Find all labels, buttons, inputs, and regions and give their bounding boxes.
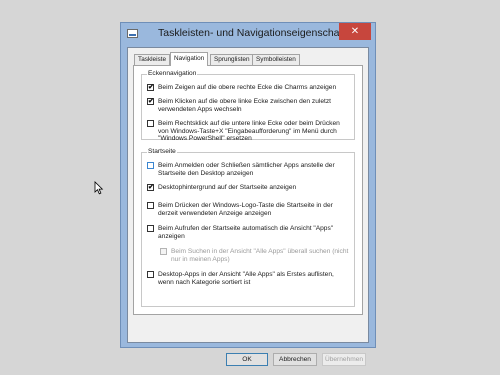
checkbox[interactable] [147, 162, 154, 169]
group-start-page: Startseite Beim Anmelden oder Schließen … [141, 148, 355, 307]
option-label: Beim Zeigen auf die obere rechte Ecke di… [158, 84, 337, 91]
option-apps-view[interactable]: Beim Aufrufen der Startseite automatisch… [147, 225, 349, 242]
option-label: Beim Suchen in der Ansicht "Alle Apps" ü… [171, 248, 349, 263]
dialog-client-area: Taskleiste Navigation Sprunglisten Symbo… [127, 47, 369, 366]
option-desktop-background[interactable]: ✔ Desktophintergrund auf der Startseite … [147, 184, 349, 193]
option-label: Beim Rechtsklick auf die untere linke Ec… [158, 120, 340, 143]
checkbox[interactable] [147, 225, 154, 232]
tab-navigation[interactable]: Navigation [170, 52, 209, 66]
option-label: Beim Aufrufen der Startseite automatisch… [158, 225, 334, 240]
ok-button[interactable]: OK [226, 353, 268, 366]
mouse-cursor-icon [94, 181, 104, 195]
tab-taskleiste[interactable]: Taskleiste [134, 54, 171, 65]
close-button[interactable]: ✕ [339, 23, 371, 40]
option-label: Beim Klicken auf die obere linke Ecke zw… [158, 98, 331, 113]
checkbox[interactable] [147, 120, 154, 127]
option-label: Beim Anmelden oder Schließen sämtlicher … [158, 162, 335, 177]
checkbox[interactable] [147, 202, 154, 209]
group-title: Startseite [147, 148, 177, 155]
option-powershell[interactable]: Beim Rechtsklick auf die untere linke Ec… [147, 120, 349, 144]
option-label: Beim Drücken der Windows-Logo-Taste die … [158, 202, 333, 217]
checkbox[interactable] [147, 271, 154, 278]
group-corner-navigation: Eckennavigation ✔ Beim Zeigen auf die ob… [141, 70, 355, 142]
tab-symbolleisten[interactable]: Symbolleisten [252, 54, 300, 65]
apply-button[interactable]: Übernehmen [322, 353, 366, 366]
option-desktop-apps-first[interactable]: Desktop-Apps in der Ansicht "Alle Apps" … [147, 271, 349, 288]
checkbox[interactable]: ✔ [147, 84, 154, 91]
option-search-everywhere: Beim Suchen in der Ansicht "Alle Apps" ü… [160, 248, 350, 265]
cancel-button[interactable]: Abbrechen [273, 353, 317, 366]
checkbox [160, 248, 167, 255]
option-current-display[interactable]: Beim Drücken der Windows-Logo-Taste die … [147, 202, 349, 219]
option-label: Desktophintergrund auf der Startseite an… [158, 184, 297, 191]
option-switch-apps[interactable]: ✔ Beim Klicken auf die obere linke Ecke … [147, 98, 349, 115]
tab-sprunglisten[interactable]: Sprunglisten [210, 54, 254, 65]
checkbox[interactable]: ✔ [147, 98, 154, 105]
window-title: Taskleisten- und Navigationseigenschafte… [158, 27, 358, 39]
option-show-desktop[interactable]: Beim Anmelden oder Schließen sämtlicher … [147, 162, 349, 179]
navigation-tab-panel: Eckennavigation ✔ Beim Zeigen auf die ob… [133, 65, 363, 315]
option-label: Desktop-Apps in der Ansicht "Alle Apps" … [158, 271, 334, 286]
checkbox[interactable]: ✔ [147, 184, 154, 191]
title-bar[interactable]: Taskleisten- und Navigationseigenschafte… [121, 23, 375, 45]
option-charms[interactable]: ✔ Beim Zeigen auf die obere rechte Ecke … [147, 84, 349, 93]
properties-dialog: Taskleisten- und Navigationseigenschafte… [120, 22, 376, 366]
group-title: Eckennavigation [147, 70, 198, 77]
taskbar-properties-icon [127, 29, 138, 38]
